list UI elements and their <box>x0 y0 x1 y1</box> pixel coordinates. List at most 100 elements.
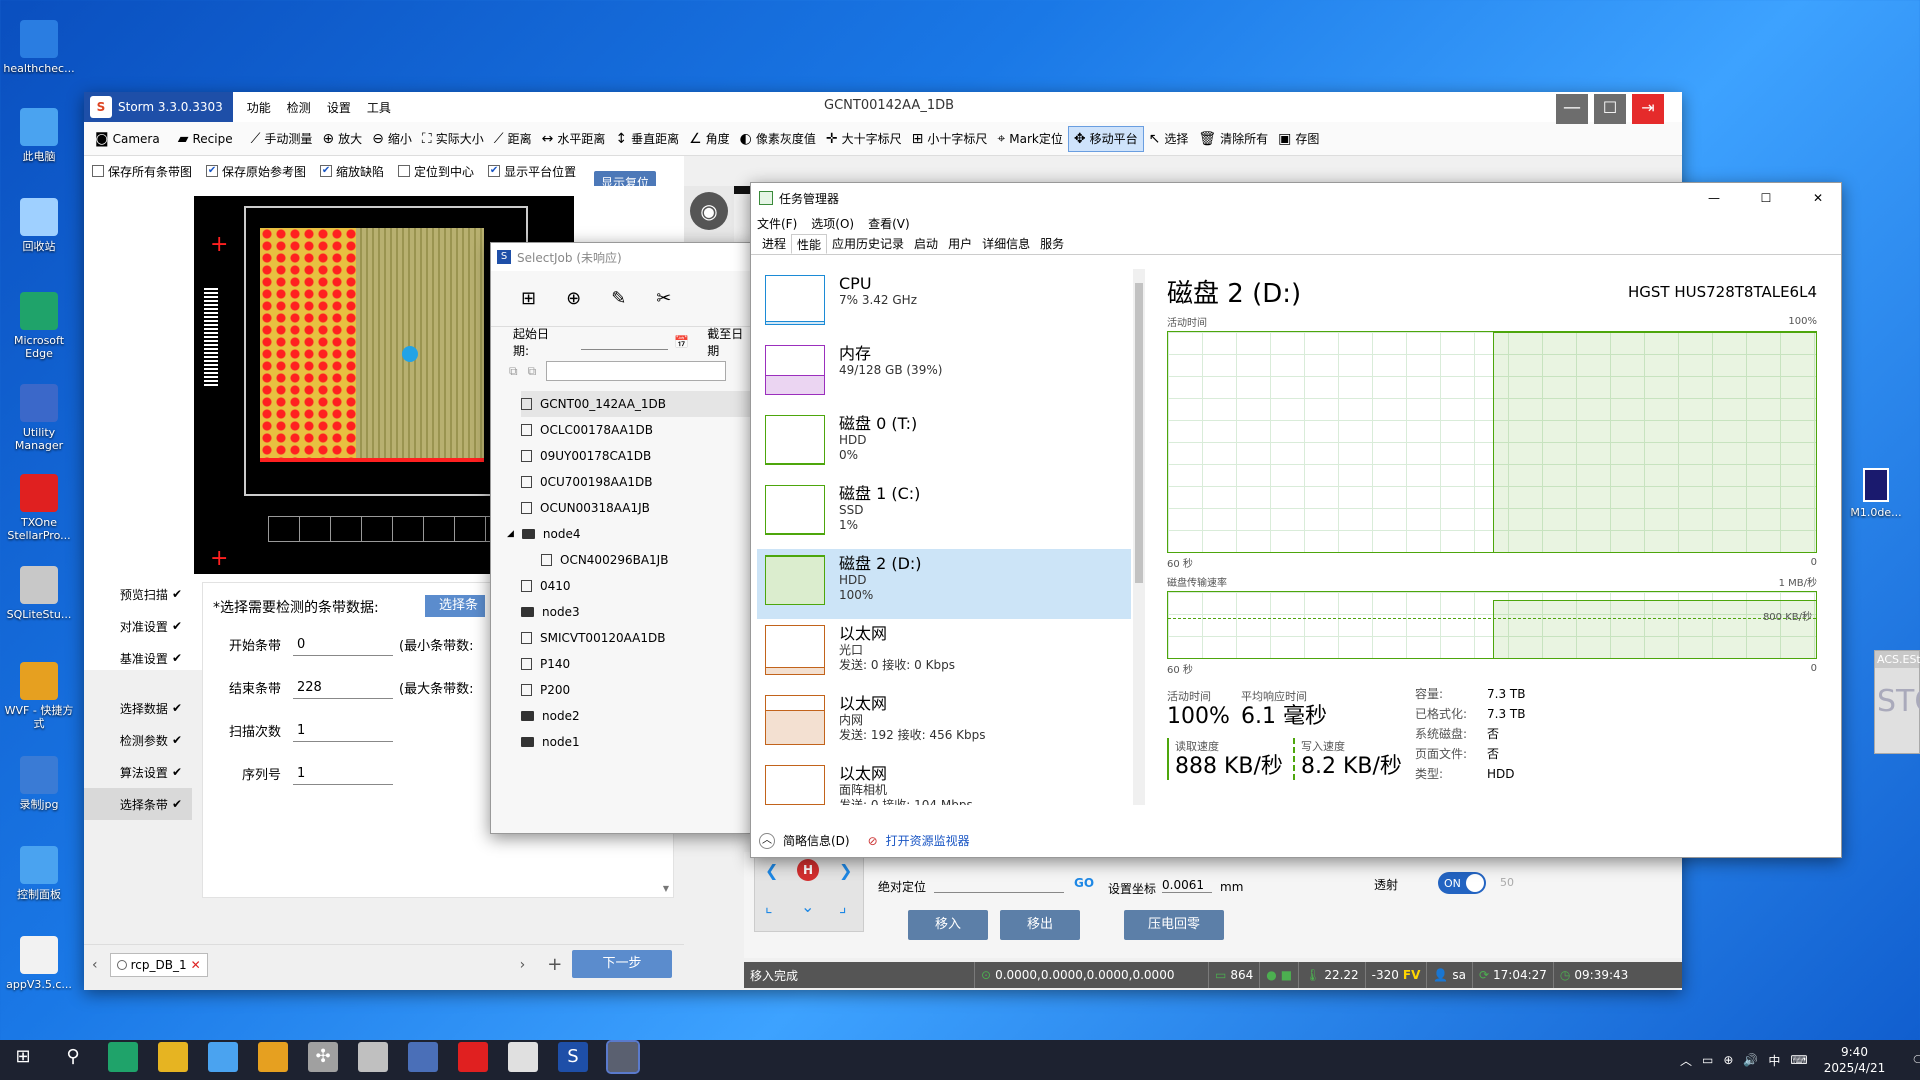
camera-icon[interactable]: ◉ <box>690 192 728 230</box>
desktop-icon[interactable]: 回收站 <box>2 198 76 253</box>
tree-file[interactable]: OCUN00318AA1JB <box>521 495 753 521</box>
desktop-icon[interactable]: 控制面板 <box>2 846 76 901</box>
toolbar-gray-value-button[interactable]: ◐ 像素灰度值 <box>735 126 821 152</box>
step-item[interactable]: 检测参数 ✔ <box>84 724 192 756</box>
step-item[interactable]: 对准设置 ✔ <box>84 610 192 642</box>
step-item[interactable]: 选择数据 ✔ <box>84 692 192 724</box>
network-icon[interactable]: ⊕ <box>1723 1053 1733 1067</box>
taskmgr-tab[interactable]: 服务 <box>1035 234 1069 254</box>
desktop-icon[interactable]: 录制jpg <box>2 756 76 811</box>
select-strip-button[interactable]: 选择条 <box>425 595 485 617</box>
tree-folder[interactable]: node2 <box>521 703 753 729</box>
set-coordinate-input[interactable]: 0.0061 <box>1162 878 1212 893</box>
desktop-icon[interactable]: SQLiteStu... <box>2 566 76 621</box>
maximize-button[interactable]: ☐ <box>1594 94 1626 124</box>
app4-icon[interactable] <box>358 1042 388 1072</box>
minimize-button[interactable]: — <box>1556 94 1588 124</box>
toolbar-zoom-out-button[interactable]: ⊖ 缩小 <box>367 126 417 152</box>
exit-button[interactable]: ⇥ <box>1632 94 1664 124</box>
app3-icon[interactable]: ✣ <box>308 1042 338 1072</box>
toolbar-trash-button[interactable]: 🗑 清除所有 <box>1193 126 1273 152</box>
scan-count-input[interactable]: 1 <box>293 720 393 742</box>
tree-file[interactable]: GCNT00_142AA_1DB <box>521 391 753 417</box>
taskmgr-window[interactable]: 任务管理器 — ☐ ✕ 文件(F) 选项(O) 查看(V) 进程 性能 应用历史记录 启动… <box>750 182 1842 858</box>
jog-right-icon[interactable]: ❯ <box>839 861 852 880</box>
sequence-input[interactable]: 1 <box>293 763 393 785</box>
calendar-icon[interactable]: 📅 <box>674 335 689 349</box>
new-folder-icon[interactable]: ⊞ <box>521 288 536 309</box>
resource-item[interactable]: 以太网 光口 发送: 0 接收: 0 Kbps <box>757 619 1131 689</box>
resource-scrollbar[interactable] <box>1133 269 1145 805</box>
ime-indicator[interactable]: 中 <box>1768 1052 1780 1069</box>
new-file-icon[interactable]: ⊕ <box>566 288 581 309</box>
selectjob-window[interactable]: S SelectJob (未响应) ⊞ ⊕ ✎ ✂ 起始日期: 📅 截至日期 ⧉… <box>490 242 754 834</box>
toolbar-camera-button[interactable]: ◙ Camera <box>90 126 165 152</box>
toolbar-distance-button[interactable]: ⟋ 距离 <box>489 126 537 152</box>
close-button[interactable]: ✕ <box>1795 191 1841 205</box>
resource-item[interactable]: CPU 7% 3.42 GHz <box>757 269 1131 339</box>
collapse-icon[interactable]: ︿ <box>759 832 775 849</box>
tree-file[interactable]: OCN400296BA1JB <box>521 547 753 573</box>
piezo-zero-button[interactable]: 压电回零 <box>1124 910 1224 940</box>
toolbar-save-image-button[interactable]: ▣ 存图 <box>1273 126 1324 152</box>
resource-item[interactable]: 以太网 面阵相机 发送: 0 接收: 104 Mbps <box>757 759 1131 805</box>
jog-down-icon[interactable]: ⌄ <box>801 897 814 916</box>
jog-left-icon[interactable]: ❮ <box>765 861 778 880</box>
menu-item[interactable]: 功能 <box>239 99 279 116</box>
tree-file[interactable]: 0CU700198AA1DB <box>521 469 753 495</box>
storm-icon[interactable]: S <box>558 1042 588 1072</box>
next-tab-icon[interactable]: › <box>520 957 526 973</box>
toolbar-vertical-distance-button[interactable]: ↕ 垂直距离 <box>610 126 684 152</box>
taskmgr-tab[interactable]: 详细信息 <box>977 234 1035 254</box>
search-input[interactable] <box>546 361 727 381</box>
desktop-icon[interactable]: WVF - 快捷方式 <box>2 662 76 730</box>
resource-item[interactable]: 内存 49/128 GB (39%) <box>757 339 1131 409</box>
selectjob-titlebar[interactable]: S SelectJob (未响应) <box>491 243 753 271</box>
toolbar-horizontal-distance-button[interactable]: ↔ 水平距离 <box>537 126 611 152</box>
taskmgr-menu-item[interactable]: 查看(V) <box>868 215 910 232</box>
jog-corner-left-icon[interactable]: ⌞ <box>765 897 773 916</box>
toolbar-actual-size-button[interactable]: ⛶ 实际大小 <box>417 126 489 152</box>
resource-item[interactable]: 磁盘 2 (D:) HDD 100% <box>757 549 1131 619</box>
app2-icon[interactable] <box>258 1042 288 1072</box>
desktop-icon[interactable]: 此电脑 <box>2 108 76 163</box>
search-icon[interactable]: ⚲ <box>58 1042 88 1072</box>
desktop-icon[interactable]: TXOne StellarPro... <box>2 474 76 542</box>
toolbar-ruler-button[interactable]: ⟋ 手动测量 <box>246 126 318 152</box>
desktop-icon-right[interactable]: M1.0de... <box>1836 468 1916 519</box>
menu-item[interactable]: 检测 <box>279 99 319 116</box>
tree-folder[interactable]: node3 <box>521 599 753 625</box>
tray-display-icon[interactable]: ▭ <box>1702 1053 1713 1067</box>
toolbar-cursor-button[interactable]: ↖ 选择 <box>1144 126 1194 152</box>
app5-icon[interactable] <box>408 1042 438 1072</box>
stage-position-marker[interactable] <box>402 346 418 362</box>
go-button[interactable]: GO <box>1074 876 1094 890</box>
taskmgr-tab[interactable]: 性能 <box>791 234 828 254</box>
minimize-button[interactable]: — <box>1691 191 1737 205</box>
recipe-tab[interactable]: rcp_DB_1 ✕ <box>109 952 208 977</box>
desktop-icon[interactable]: Microsoft Edge <box>2 292 76 360</box>
taskmgr-icon[interactable] <box>606 1040 640 1074</box>
taskmgr-tab[interactable]: 进程 <box>757 234 791 254</box>
toolbar-angle-button[interactable]: ∠ 角度 <box>684 126 735 152</box>
toolbar-move-stage-button[interactable]: ✥ 移动平台 <box>1067 125 1144 152</box>
fewer-details-link[interactable]: 简略信息(D) <box>783 832 850 849</box>
scroll-down-icon[interactable]: ▼ <box>663 884 669 893</box>
menu-item[interactable]: 设置 <box>319 99 359 116</box>
desktop-icon[interactable]: appV3.5.c... <box>2 936 76 991</box>
option-checkbox[interactable]: ✔ 显示平台位置 <box>488 163 576 180</box>
move-in-button[interactable]: 移入 <box>908 910 988 940</box>
edit-icon[interactable]: ✎ <box>611 288 626 309</box>
toolbar-zoom-in-button[interactable]: ⊕ 放大 <box>317 126 367 152</box>
cut-icon[interactable]: ✂ <box>656 288 671 309</box>
resource-item[interactable]: 磁盘 1 (C:) SSD 1% <box>757 479 1131 549</box>
maximize-button[interactable]: ☐ <box>1743 191 1789 205</box>
desktop-icon[interactable]: Utility Manager <box>2 384 76 452</box>
tree-file[interactable]: 09UY00178CA1DB <box>521 443 753 469</box>
scrollbar-thumb[interactable] <box>1135 283 1143 583</box>
clock[interactable]: 9:40 2025/4/21 <box>1824 1044 1886 1076</box>
tree-file[interactable]: SMICVT00120AA1DB <box>521 625 753 651</box>
step-item[interactable]: 算法设置 ✔ <box>84 756 192 788</box>
start-date-input[interactable] <box>580 334 669 350</box>
step-item[interactable]: 基准设置 ✔ <box>84 642 192 674</box>
